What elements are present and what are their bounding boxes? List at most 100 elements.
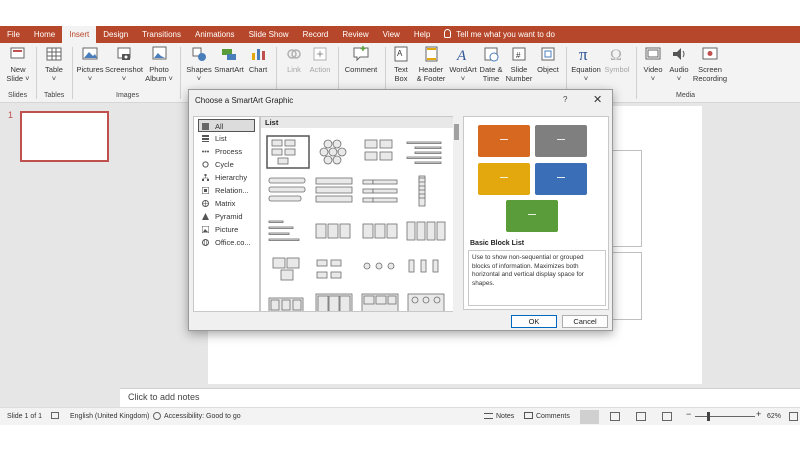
tab-home[interactable]: Home (27, 26, 62, 43)
gallery-scrollbar-thumb[interactable] (454, 124, 459, 140)
equation-label2: ˅ (583, 74, 589, 83)
category-pyramid[interactable]: Pyramid (194, 210, 259, 223)
tell-me-search[interactable]: Tell me what you want to do (437, 26, 562, 43)
header-footer-button[interactable]: Header & Footer (414, 45, 448, 83)
fit-to-window-icon[interactable] (789, 412, 798, 421)
category-cycle[interactable]: Cycle (194, 158, 259, 171)
layout-bracket-list[interactable] (316, 259, 342, 279)
layout-vertical-bullet-list[interactable] (268, 177, 306, 202)
slide-number-label2: Number (505, 74, 533, 83)
layout-stacked-list[interactable] (315, 177, 353, 203)
link-button[interactable]: Link (282, 45, 306, 74)
link-label: Link (287, 65, 301, 74)
tab-insert[interactable]: Insert (62, 26, 97, 43)
text-box-button[interactable]: A Text Box (390, 45, 412, 83)
layout-segmented-list[interactable] (361, 293, 399, 312)
object-button[interactable]: Object (535, 45, 561, 74)
notes-button[interactable]: Notes (496, 413, 514, 420)
symbol-button[interactable]: Ω Symbol (603, 45, 631, 74)
category-relationship[interactable]: Relation... (194, 184, 259, 197)
wordart-button[interactable]: A WordArt ˅ (449, 45, 477, 83)
audio-button[interactable]: Audio ˅ (667, 45, 691, 83)
svg-text:A: A (397, 49, 403, 58)
layout-tab-list[interactable] (268, 297, 304, 312)
tab-slide-show[interactable]: Slide Show (242, 26, 296, 43)
pictures-button[interactable]: Pictures ˅ (76, 45, 104, 83)
reading-view-icon[interactable] (636, 412, 646, 421)
zoom-in-icon[interactable]: + (756, 409, 761, 419)
equation-button[interactable]: π Equation ˅ (570, 45, 602, 83)
slide-thumbnail-number: 1 (8, 110, 14, 120)
layout-vertical-chevron-list[interactable] (418, 175, 426, 207)
slide-sorter-icon[interactable] (610, 412, 620, 421)
layout-vertical-box-list[interactable] (362, 179, 398, 203)
layout-lined-list[interactable] (406, 141, 442, 164)
table-button[interactable]: Table ˅ (42, 45, 66, 83)
normal-view-icon[interactable] (580, 410, 599, 424)
tab-file[interactable]: File (0, 26, 27, 43)
video-button[interactable]: Video ˅ (641, 45, 665, 83)
layout-table-list[interactable] (315, 293, 353, 312)
category-process[interactable]: Process (194, 145, 259, 158)
screen-recording-button[interactable]: Screen Recording (692, 45, 728, 83)
category-office-com[interactable]: Office.co... (194, 236, 259, 249)
tab-review[interactable]: Review (335, 26, 375, 43)
tab-help[interactable]: Help (407, 26, 437, 43)
slide-show-icon[interactable] (662, 412, 672, 421)
tab-animations[interactable]: Animations (188, 26, 242, 43)
gallery-scrollbar[interactable] (453, 116, 461, 312)
comment-button[interactable]: Comment (342, 45, 380, 74)
category-picture[interactable]: Picture (194, 223, 259, 236)
pictures-label: Pictures (76, 65, 104, 74)
tab-record[interactable]: Record (296, 26, 336, 43)
zoom-out-icon[interactable]: − (686, 409, 691, 419)
zoom-level[interactable]: 62% (767, 413, 781, 420)
ok-button[interactable]: OK (511, 315, 557, 328)
tab-design[interactable]: Design (96, 26, 135, 43)
layout-horizontal-bullet-list[interactable] (268, 220, 300, 241)
comments-button[interactable]: Comments (536, 413, 570, 420)
spell-check-icon[interactable] (51, 412, 59, 419)
category-matrix[interactable]: Matrix (194, 197, 259, 210)
zoom-slider[interactable] (695, 416, 755, 417)
screenshot-label2: ˅ (121, 74, 127, 83)
new-slide-label: New (10, 65, 26, 74)
smartart-button[interactable]: SmartArt (214, 45, 244, 74)
shapes-button[interactable]: Shapes ˅ (185, 45, 213, 83)
smartart-label: SmartArt (214, 65, 244, 74)
subtitle-placeholder[interactable] (612, 252, 642, 320)
date-time-button[interactable]: Date & Time (478, 45, 504, 83)
layout-square-accent-list[interactable] (315, 223, 351, 239)
accessibility-status[interactable]: Accessibility: Good to go (164, 413, 241, 420)
category-list-item[interactable]: List (194, 132, 259, 145)
notes-pane[interactable]: Click to add notes (120, 388, 800, 407)
category-all[interactable]: All (198, 119, 255, 132)
zoom-slider-thumb[interactable] (707, 412, 710, 421)
layout-accent-process[interactable] (408, 259, 439, 273)
chart-icon (252, 49, 265, 60)
layout-picture-caption-list[interactable] (407, 293, 445, 312)
new-slide-button[interactable]: New Slide ˅ (6, 45, 30, 83)
help-button[interactable]: ? (563, 95, 567, 104)
date-time-label: Date & (479, 65, 503, 74)
close-icon[interactable]: ✕ (593, 93, 602, 106)
chart-button[interactable]: Chart (246, 45, 270, 74)
layout-picture-accent-list[interactable] (362, 223, 398, 239)
tab-transitions[interactable]: Transitions (135, 26, 188, 43)
screenshot-button[interactable]: Screenshot ˅ (105, 45, 143, 83)
layout-circle-list[interactable] (363, 262, 395, 270)
table-label2: ˅ (51, 74, 57, 83)
action-button[interactable]: Action (307, 45, 333, 74)
tab-view[interactable]: View (376, 26, 407, 43)
layout-grouped-list[interactable] (364, 139, 393, 161)
cancel-button[interactable]: Cancel (562, 315, 608, 328)
layout-picture-list[interactable] (272, 257, 300, 281)
layout-hexagon-list[interactable] (319, 139, 347, 165)
layout-bending-picture-list[interactable] (406, 221, 446, 241)
language-indicator[interactable]: English (United Kingdom) (70, 413, 149, 420)
category-hierarchy[interactable]: Hierarchy (194, 171, 259, 184)
slide-thumbnail[interactable] (20, 111, 109, 162)
title-placeholder[interactable] (612, 150, 642, 247)
slide-number-button[interactable]: # Slide Number (505, 45, 533, 83)
photo-album-button[interactable]: Photo Album ˅ (145, 45, 173, 83)
